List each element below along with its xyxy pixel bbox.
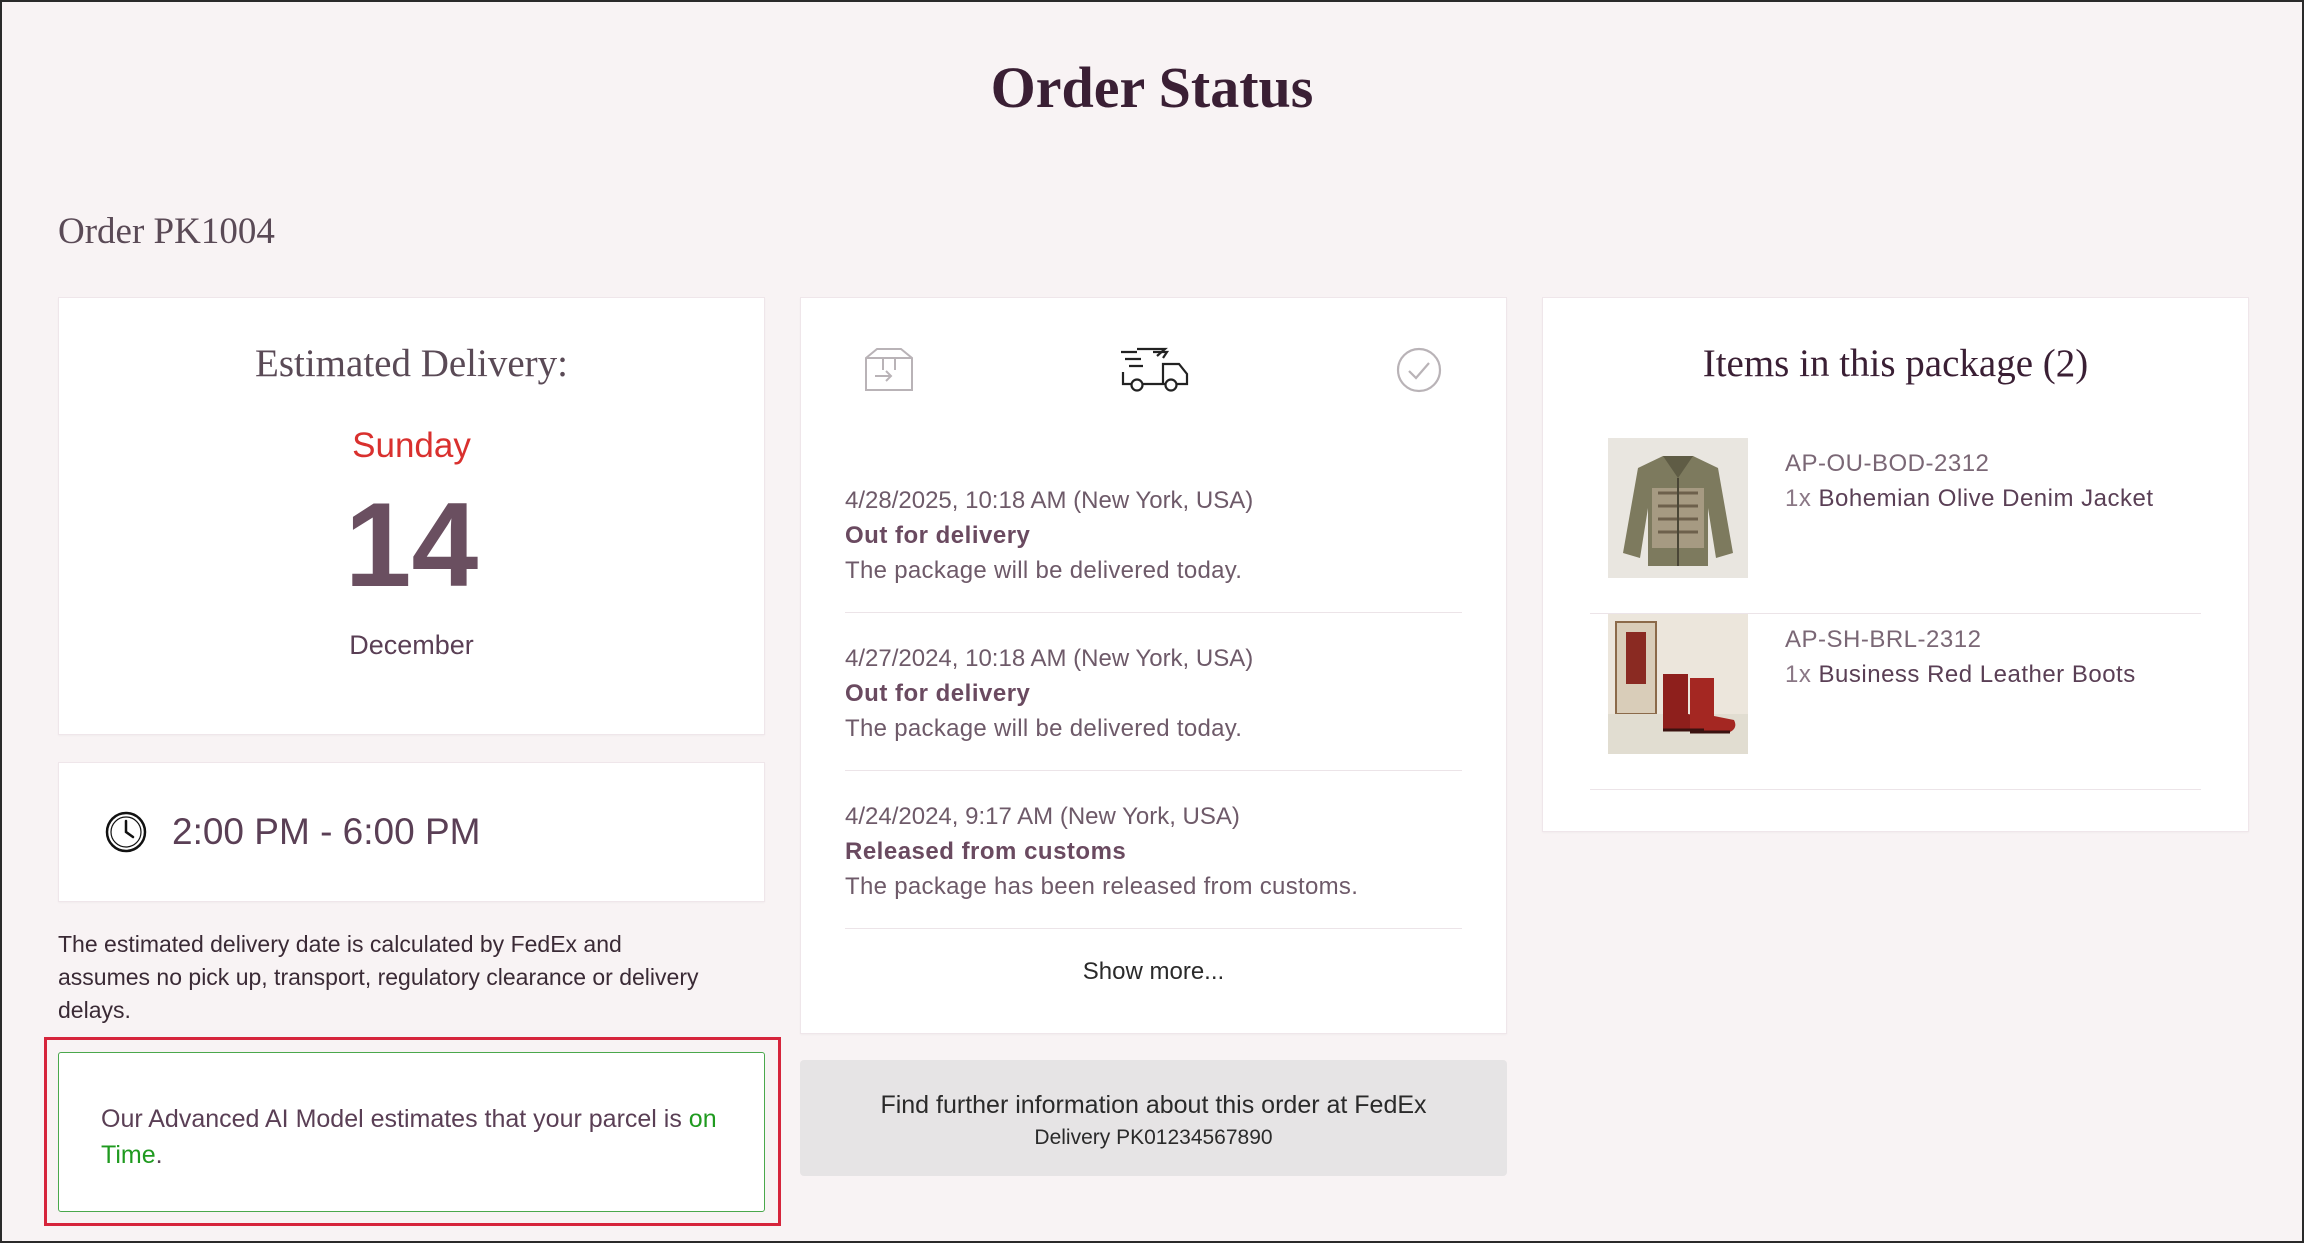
tracking-timeline-card: 4/28/2025, 10:18 AM (New York, USA) Out … (800, 297, 1507, 1034)
estimated-delivery-card: Estimated Delivery: Sunday 14 December (58, 297, 765, 735)
event-timestamp: 4/28/2025, 10:18 AM (New York, USA) (845, 487, 1254, 514)
package-item[interactable]: AP-SH-BRL-2312 1x Business Red Leather B… (1590, 614, 2201, 790)
check-circle-icon (1396, 347, 1442, 393)
box-icon (865, 348, 913, 391)
fedex-info-text: Find further information about this orde… (880, 1091, 1427, 1119)
jacket-image (1608, 438, 1748, 578)
order-id-heading: Order PK1004 (58, 211, 275, 252)
clock-icon (105, 811, 147, 853)
event-title: Released from customs (845, 838, 1127, 865)
delivery-time-window-card: 2:00 PM - 6:00 PM (58, 762, 765, 902)
page-title: Order Status (990, 55, 1314, 120)
event-description: The package has been released from custo… (845, 873, 1359, 900)
item-sku: AP-SH-BRL-2312 (1785, 626, 1982, 653)
event-description: The package will be delivered today. (845, 715, 1243, 742)
item-sku: AP-OU-BOD-2312 (1785, 450, 1990, 477)
estimated-delivery-heading: Estimated Delivery: (255, 342, 568, 385)
tracking-event: 4/27/2024, 10:18 AM (New York, USA) Out … (845, 641, 1462, 771)
tracking-steps (801, 346, 1506, 398)
item-quantity: 1x (1785, 485, 1812, 512)
delivery-time-window: 2:00 PM - 6:00 PM (172, 811, 481, 852)
event-description: The package will be delivered today. (845, 557, 1243, 584)
tracking-event: 4/28/2025, 10:18 AM (New York, USA) Out … (845, 483, 1462, 613)
fedex-tracking-number: Delivery PK01234567890 (1034, 1126, 1273, 1149)
boots-image (1608, 614, 1748, 754)
item-thumbnail (1608, 438, 1748, 578)
item-name-line: 1x Bohemian Olive Denim Jacket (1785, 485, 2154, 513)
show-more-link[interactable]: Show more... (801, 958, 1506, 986)
tracking-events-list: 4/28/2025, 10:18 AM (New York, USA) Out … (845, 483, 1462, 957)
delivery-disclaimer: The estimated delivery date is calculate… (58, 931, 699, 1023)
fedex-info-button[interactable]: Find further information about this orde… (800, 1060, 1507, 1176)
ai-estimate-card: Our Advanced AI Model estimates that you… (58, 1052, 765, 1212)
item-thumbnail (1608, 614, 1748, 754)
event-title: Out for delivery (845, 522, 1031, 549)
event-title: Out for delivery (845, 680, 1031, 707)
item-name-line: 1x Business Red Leather Boots (1785, 661, 2136, 689)
delivery-truck-icon (1121, 347, 1189, 392)
items-heading: Items in this package (2) (1702, 342, 2089, 385)
item-quantity: 1x (1785, 661, 1812, 688)
ai-estimate-text: Our Advanced AI Model estimates that you… (101, 1105, 689, 1133)
item-name: Business Red Leather Boots (1818, 661, 2136, 688)
event-timestamp: 4/27/2024, 10:18 AM (New York, USA) (845, 645, 1254, 672)
package-item[interactable]: AP-OU-BOD-2312 1x Bohemian Olive Denim J… (1590, 438, 2201, 614)
tracking-event: 4/24/2024, 9:17 AM (New York, USA) Relea… (845, 799, 1462, 929)
item-name: Bohemian Olive Denim Jacket (1818, 485, 2154, 512)
package-items-card: Items in this package (2) AP-OU-BOD-2312… (1542, 297, 2249, 832)
delivery-weekday: Sunday (352, 426, 471, 465)
event-timestamp: 4/24/2024, 9:17 AM (New York, USA) (845, 803, 1240, 830)
delivery-month: December (349, 630, 474, 660)
ai-estimate-suffix: . (155, 1141, 163, 1169)
page-frame: Order Status Order PK1004 Estimated Deli… (0, 0, 2304, 1243)
delivery-day-number: 14 (344, 478, 479, 612)
